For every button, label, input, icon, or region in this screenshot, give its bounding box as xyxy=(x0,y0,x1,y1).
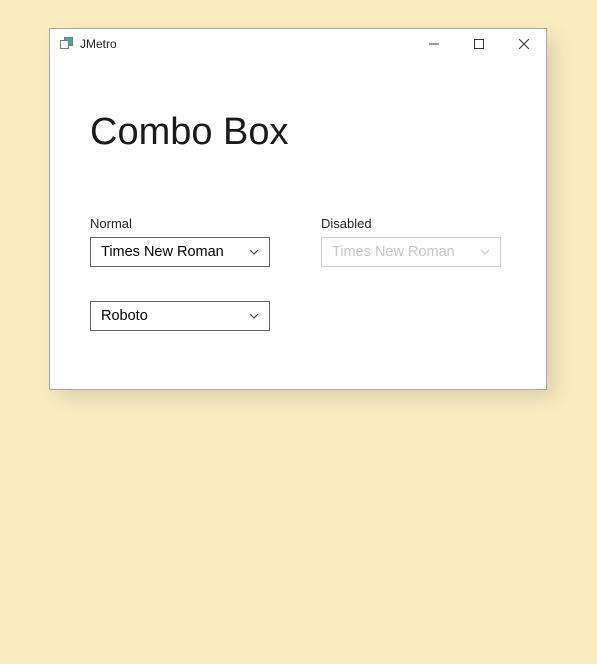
chevron-down-icon xyxy=(247,245,261,259)
normal-combobox-2[interactable]: Roboto xyxy=(90,301,270,331)
disabled-combobox: Times New Roman xyxy=(321,237,501,267)
normal-combobox-1[interactable]: Times New Roman xyxy=(90,237,270,267)
normal-column: Normal Times New Roman Roboto xyxy=(90,216,275,331)
controls-grid: Normal Times New Roman Roboto Disabled xyxy=(90,216,506,331)
disabled-column: Disabled Times New Roman xyxy=(321,216,506,331)
chevron-down-icon xyxy=(478,245,492,259)
titlebar: JMetro xyxy=(50,29,546,59)
minimize-button[interactable] xyxy=(411,29,456,59)
maximize-button[interactable] xyxy=(456,29,501,59)
chevron-down-icon xyxy=(247,309,261,323)
window-title: JMetro xyxy=(80,37,117,51)
combobox-value: Roboto xyxy=(101,308,148,324)
combobox-value: Times New Roman xyxy=(332,244,455,260)
page-title: Combo Box xyxy=(90,111,506,154)
combobox-value: Times New Roman xyxy=(101,244,224,260)
disabled-label: Disabled xyxy=(321,216,506,231)
normal-label: Normal xyxy=(90,216,275,231)
window-controls xyxy=(411,29,546,59)
app-icon xyxy=(58,36,74,52)
close-button[interactable] xyxy=(501,29,546,59)
app-window: JMetro Combo Box Normal Times New Roman xyxy=(49,28,547,390)
content-area: Combo Box Normal Times New Roman Roboto xyxy=(50,59,546,389)
